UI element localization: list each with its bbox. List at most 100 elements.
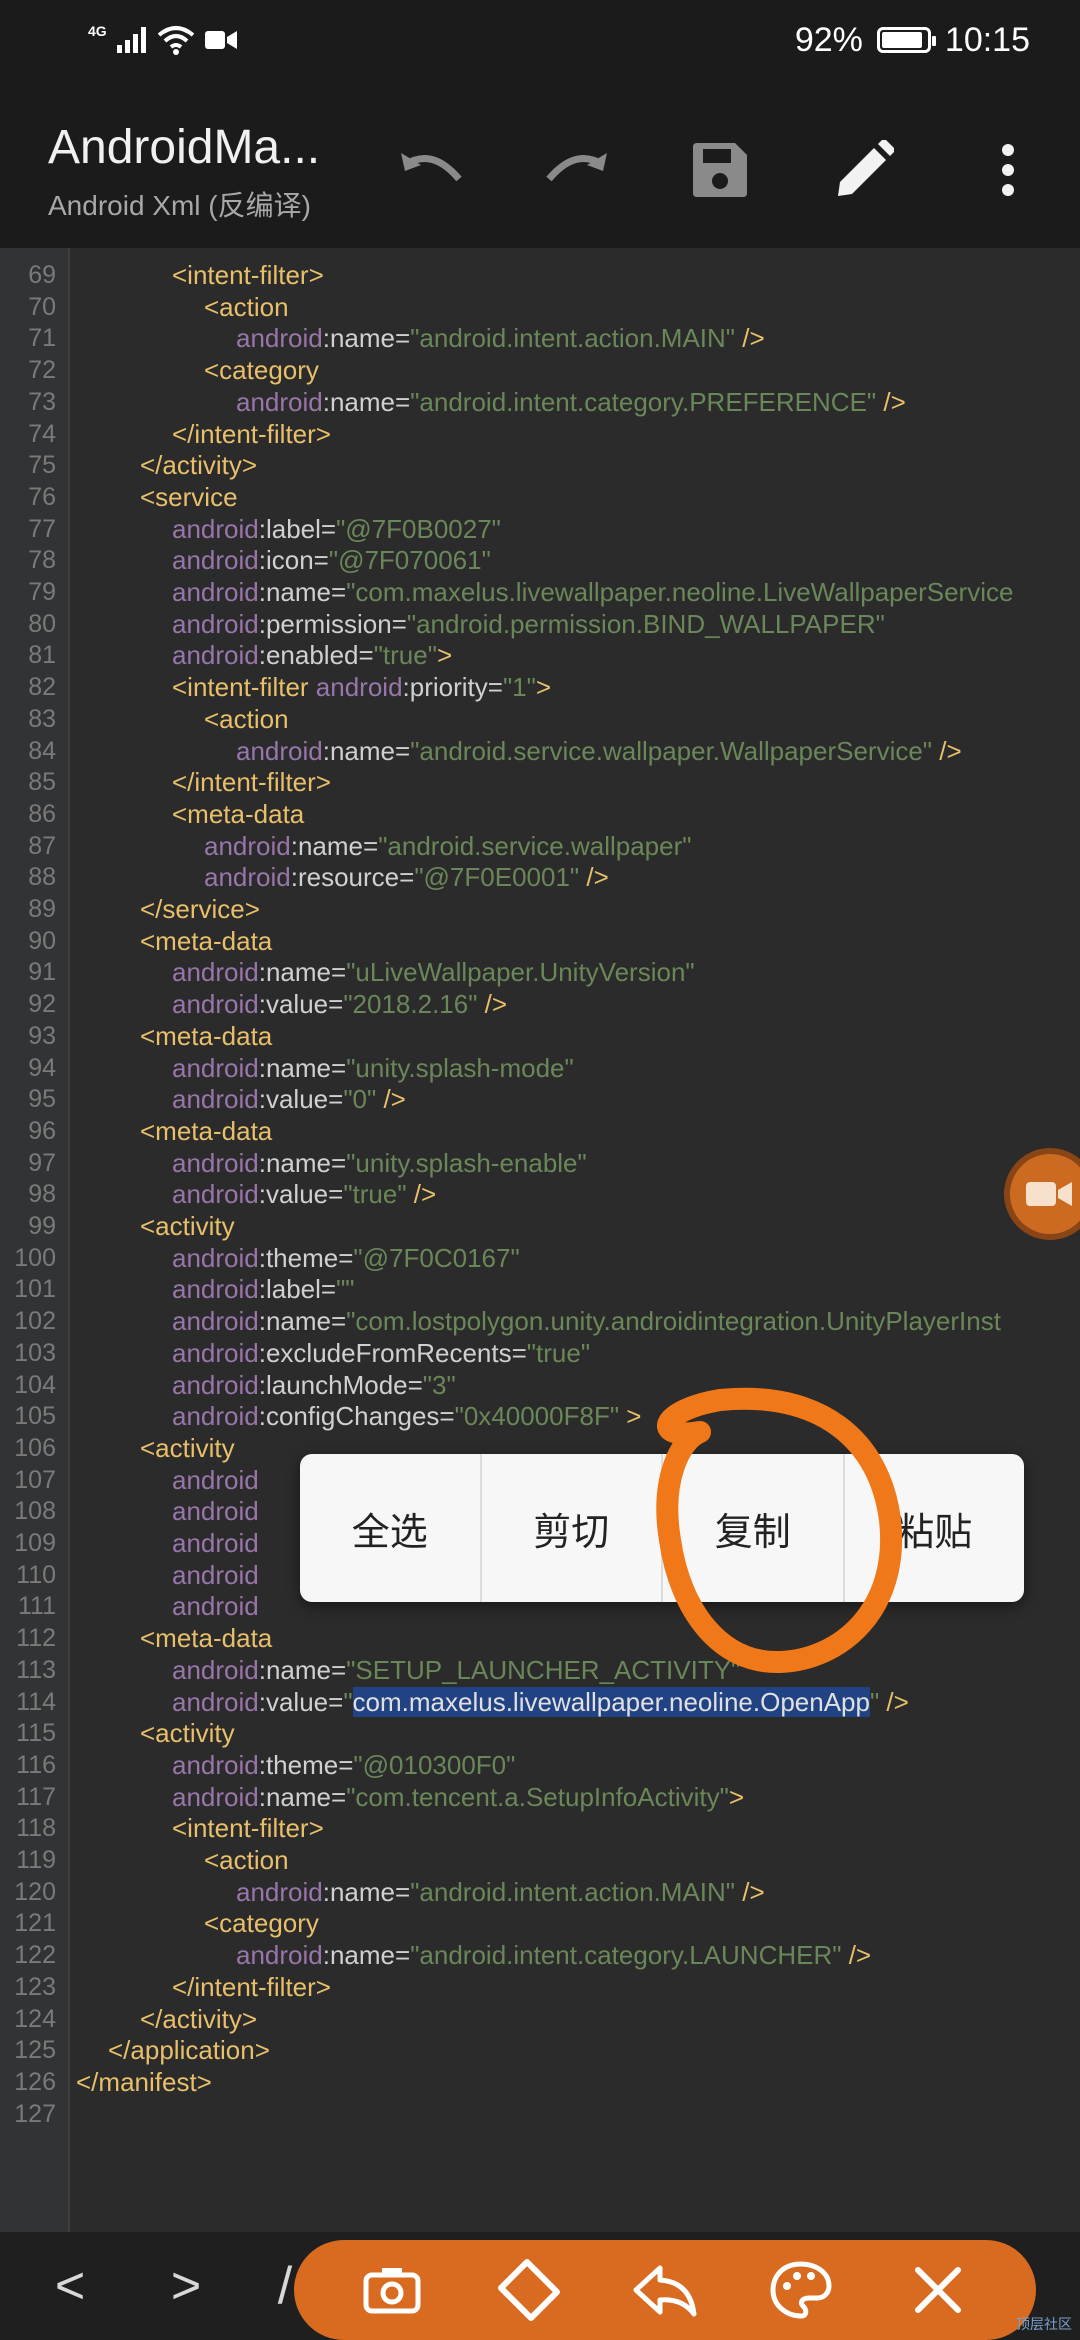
code-text: </intent-filter> [172, 767, 331, 799]
code-token: "unity.splash-mode" [346, 1052, 574, 1083]
code-token: android [172, 1337, 259, 1368]
undo-stroke-tool[interactable] [625, 2250, 705, 2330]
code-line: 83 <action [0, 704, 1080, 736]
cut-button[interactable]: 剪切 [482, 1454, 663, 1602]
line-number: 72 [28, 356, 56, 385]
code-text: android:name="android.intent.action.MAIN… [236, 1877, 765, 1909]
code-token: </application> [108, 2035, 270, 2066]
code-token: :resource= [290, 862, 415, 893]
color-picker-tool[interactable] [761, 2250, 841, 2330]
code-token: :name= [258, 1654, 347, 1685]
code-text: android:name="android.service.wallpaper.… [236, 736, 962, 768]
code-line: 125 </application> [0, 2035, 1080, 2067]
line-number: 74 [28, 419, 56, 448]
xml-editor[interactable]: 69 <intent-filter> 70 <action 71 android:name… [0, 248, 1080, 2232]
code-token: "3" [422, 1369, 456, 1400]
code-line: 75 </activity> [0, 450, 1080, 482]
line-number: 103 [14, 1338, 56, 1367]
code-text: <category [204, 1908, 319, 1940]
edit-button[interactable] [824, 130, 904, 210]
code-token: :name= [322, 1876, 411, 1907]
code-text: android:value="0" /> [172, 1084, 406, 1116]
line-number: 109 [14, 1529, 56, 1557]
code-token: :enabled= [258, 640, 374, 671]
code-line: 77 android:label="@7F0B0027" [0, 514, 1080, 546]
line-number: 123 [14, 1972, 56, 2001]
code-line: 103 android:excludeFromRecents="true" [0, 1338, 1080, 1370]
code-token: android [204, 862, 291, 893]
code-token: <category [204, 1908, 319, 1939]
file-title: AndroidMa... [48, 121, 321, 174]
redo-button[interactable] [536, 130, 616, 210]
signal-icon [116, 27, 146, 53]
code-line: 85 </intent-filter> [0, 767, 1080, 799]
save-button[interactable] [680, 130, 760, 210]
code-token: "android.service.wallpaper.WallpaperServ… [410, 735, 933, 766]
code-token: /> [477, 989, 508, 1020]
code-text: android:value="true" /> [172, 1179, 436, 1211]
code-line: 105 android:configChanges="0x40000F8F" > [0, 1401, 1080, 1433]
line-number: 77 [28, 514, 56, 543]
line-number: 98 [28, 1180, 56, 1209]
code-token: :value= [258, 989, 344, 1020]
screenshot-tool[interactable] [352, 2250, 432, 2330]
code-text: </intent-filter> [172, 419, 331, 451]
code-token: "com.maxelus.livewallpaper.neoline.LiveW… [346, 577, 1014, 607]
code-line: 98 android:value="true" /> [0, 1179, 1080, 1211]
code-text: android:name="com.maxelus.livewallpaper.… [172, 577, 1013, 609]
line-number: 118 [16, 1814, 56, 1843]
copy-button[interactable]: 复制 [663, 1454, 845, 1602]
line-number: 73 [28, 387, 56, 416]
code-line: 119 <action [0, 1845, 1080, 1877]
code-token: android [315, 672, 403, 703]
code-text: <activity [140, 1433, 235, 1465]
code-token: <meta-data [140, 1115, 273, 1146]
eraser-tool[interactable] [489, 2250, 569, 2330]
code-token: android [172, 1242, 259, 1273]
select-all-button[interactable]: 全选 [300, 1454, 482, 1602]
status-right: 92% 10:15 [795, 18, 1030, 62]
code-text: <activity [140, 1211, 235, 1243]
code-token: "@7F0C0167" [353, 1242, 520, 1273]
line-number: 99 [28, 1212, 56, 1240]
code-text: android:name="com.tencent.a.SetupInfoAct… [172, 1782, 744, 1814]
paste-button[interactable]: 粘贴 [845, 1454, 1025, 1602]
line-number: 124 [14, 2004, 56, 2033]
code-token: android [204, 830, 291, 861]
code-token: android [172, 1528, 259, 1558]
code-text: <intent-filter> [172, 260, 324, 292]
line-number: 112 [16, 1624, 56, 1653]
video-record-icon [204, 31, 237, 49]
code-text: android [172, 1496, 259, 1528]
code-text: android:name="uLiveWallpaper.UnityVersio… [172, 957, 695, 989]
code-line: 126 </manifest> [0, 2067, 1080, 2099]
code-token: android [172, 513, 259, 544]
code-token: /> [579, 862, 609, 893]
code-text: android [172, 1465, 259, 1497]
code-token: android [172, 1591, 259, 1622]
code-token: :name= [258, 577, 347, 607]
code-token: "android.intent.category.PREFERENCE" [410, 386, 877, 417]
code-token: android [172, 1179, 259, 1210]
code-line: 118 <intent-filter> [0, 1813, 1080, 1845]
cursor-right-button[interactable]: > [156, 2232, 216, 2340]
code-text: android:icon="@7F070061" [172, 545, 491, 577]
close-annotation-tool[interactable] [898, 2250, 978, 2330]
watermark: 顶层社区 [1016, 2316, 1072, 2332]
line-number: 115 [16, 1719, 56, 1748]
code-text: android:name="unity.splash-enable" [172, 1148, 587, 1180]
line-number: 86 [28, 799, 56, 828]
code-token: :name= [322, 386, 411, 417]
line-number: 120 [14, 1877, 56, 1906]
code-token: "" [336, 1274, 355, 1305]
code-token: android [172, 608, 259, 639]
code-token: :launchMode= [258, 1369, 423, 1400]
code-text: android:name="com.lostpolygon.unity.andr… [172, 1306, 1001, 1338]
cursor-left-button[interactable]: < [40, 2232, 100, 2340]
more-options-button[interactable] [968, 130, 1048, 210]
code-token: :value= [258, 1084, 344, 1115]
code-text: android:name="android.intent.category.PR… [236, 387, 906, 419]
undo-button[interactable] [392, 130, 472, 210]
code-token: </intent-filter> [172, 418, 331, 449]
code-token: "android.intent.action.MAIN" [410, 323, 736, 354]
